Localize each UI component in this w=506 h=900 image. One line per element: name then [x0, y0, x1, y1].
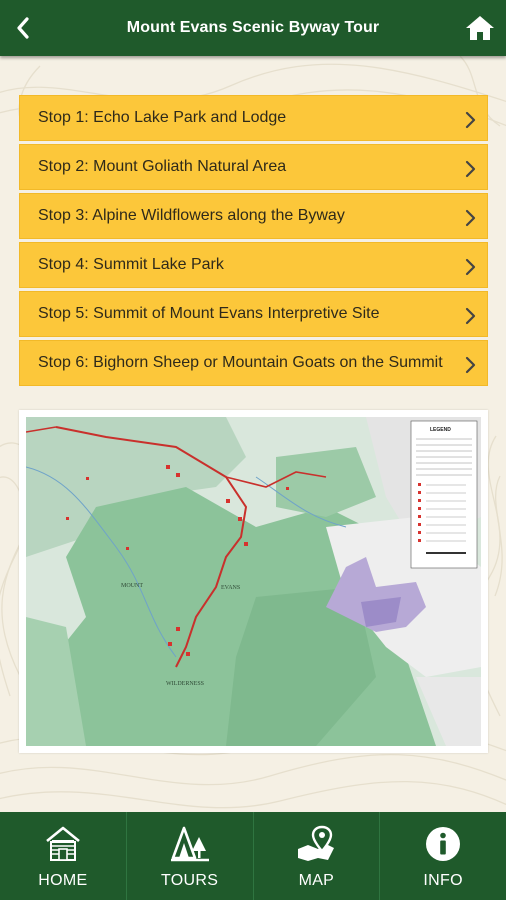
map-pin-icon — [298, 825, 335, 861]
stop-item-6[interactable]: Stop 6: Bighorn Sheep or Mountain Goats … — [19, 340, 488, 386]
chevron-right-icon — [465, 209, 476, 227]
tab-info[interactable]: INFO — [380, 812, 506, 900]
home-button[interactable] — [464, 12, 496, 44]
map-label-mount: MOUNT — [121, 583, 143, 589]
cabin-icon — [46, 826, 80, 861]
stop-item-5[interactable]: Stop 5: Summit of Mount Evans Interpreti… — [19, 291, 488, 337]
map-legend: LEGEND — [410, 420, 478, 569]
stop-item-1[interactable]: Stop 1: Echo Lake Park and Lodge — [19, 95, 488, 141]
tent-trees-icon — [170, 826, 209, 862]
stop-label: Stop 4: Summit Lake Park — [38, 256, 224, 273]
chevron-right-icon — [465, 356, 476, 374]
app-header: Mount Evans Scenic Byway Tour — [0, 0, 506, 56]
stop-label: Stop 2: Mount Goliath Natural Area — [38, 158, 287, 175]
bottom-tab-bar: HOME TOURS MAP INFO — [0, 812, 506, 900]
map-label-evans: EVANS — [221, 585, 240, 591]
tour-map-image[interactable]: MOUNT EVANS WILDERNESS LEGEND — [19, 410, 488, 753]
tab-label: TOURS — [161, 872, 219, 889]
stop-label: Stop 6: Bighorn Sheep or Mountain Goats … — [38, 354, 443, 371]
tour-stops-list: Stop 1: Echo Lake Park and Lodge Stop 2:… — [19, 95, 488, 389]
tab-label: MAP — [298, 872, 335, 889]
page-title: Mount Evans Scenic Byway Tour — [126, 19, 380, 36]
stop-item-4[interactable]: Stop 4: Summit Lake Park — [19, 242, 488, 288]
house-icon — [466, 16, 494, 40]
chevron-right-icon — [465, 160, 476, 178]
map-label-wilderness: WILDERNESS — [166, 681, 204, 687]
content-area: Stop 1: Echo Lake Park and Lodge Stop 2:… — [0, 56, 506, 812]
chevron-right-icon — [465, 307, 476, 325]
tab-label: HOME — [38, 872, 88, 889]
chevron-right-icon — [465, 111, 476, 129]
info-circle-icon — [426, 827, 461, 861]
tab-tours[interactable]: TOURS — [127, 812, 254, 900]
stop-item-2[interactable]: Stop 2: Mount Goliath Natural Area — [19, 144, 488, 190]
stop-label: Stop 5: Summit of Mount Evans Interpreti… — [38, 305, 380, 322]
legend-title: LEGEND — [430, 427, 451, 433]
back-button[interactable] — [8, 13, 38, 43]
tab-home[interactable]: HOME — [0, 812, 127, 900]
tab-map[interactable]: MAP — [254, 812, 381, 900]
stop-item-3[interactable]: Stop 3: Alpine Wildflowers along the Byw… — [19, 193, 488, 239]
stop-label: Stop 3: Alpine Wildflowers along the Byw… — [38, 207, 345, 224]
chevron-right-icon — [465, 258, 476, 276]
map-illustration: MOUNT EVANS WILDERNESS LEGEND — [26, 417, 481, 746]
chevron-left-icon — [17, 17, 29, 39]
tab-label: INFO — [423, 872, 463, 889]
stop-label: Stop 1: Echo Lake Park and Lodge — [38, 109, 287, 126]
